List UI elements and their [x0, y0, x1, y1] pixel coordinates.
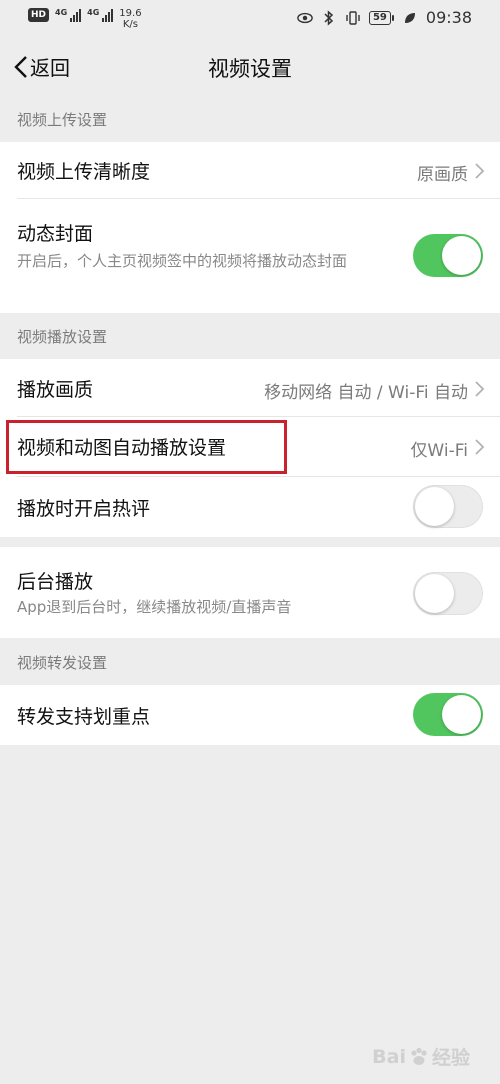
- paw-icon: [411, 1047, 427, 1065]
- hd-badge: HD: [28, 8, 50, 22]
- sim2-signal-icon: 4G: [87, 8, 114, 22]
- leaf-icon: [402, 10, 418, 26]
- dynamic-cover-subtitle: 开启后，个人主页视频签中的视频将播放动态封面: [17, 252, 348, 270]
- status-time: 09:38: [425, 8, 472, 27]
- upload-quality-value: 原画质: [417, 165, 468, 185]
- nav-bar: 返回 视频设置: [0, 38, 500, 96]
- hot-comments-row: 播放时开启热评: [0, 477, 500, 537]
- section-header-forward: 视频转发设置: [17, 654, 108, 672]
- eye-icon: [297, 10, 313, 26]
- status-left: HD 4G 4G 19.6 K/s: [28, 8, 142, 30]
- sim1-signal-icon: 4G: [55, 8, 82, 22]
- battery-icon: 59: [368, 10, 394, 25]
- section-header-playback: 视频播放设置: [17, 328, 108, 346]
- playback-quality-value: 移动网络 自动 / Wi-Fi 自动: [264, 383, 468, 403]
- upload-quality-row[interactable]: 视频上传清晰度 原画质: [0, 142, 500, 199]
- bluetooth-icon: [321, 9, 337, 26]
- chevron-right-icon: [475, 381, 485, 397]
- watermark-brand-right: 经验: [431, 1047, 470, 1069]
- hot-comments-toggle[interactable]: [413, 485, 483, 528]
- background-play-toggle[interactable]: [413, 572, 483, 615]
- dynamic-cover-toggle[interactable]: [413, 234, 483, 277]
- chevron-right-icon: [475, 439, 485, 455]
- playback-quality-row[interactable]: 播放画质 移动网络 自动 / Wi-Fi 自动: [0, 359, 500, 417]
- section-header-upload: 视频上传设置: [17, 111, 108, 129]
- background-play-row: 后台播放 App退到后台时，继续播放视频/直播声音: [0, 547, 500, 638]
- watermark-brand-left: Bai: [372, 1045, 406, 1068]
- forward-highlight-row: 转发支持划重点: [0, 685, 500, 745]
- vibrate-icon: [345, 10, 361, 26]
- autoplay-value: 仅Wi-Fi: [410, 441, 468, 461]
- network-speed: 19.6 K/s: [119, 8, 142, 30]
- dynamic-cover-row: 动态封面 开启后，个人主页视频签中的视频将播放动态封面: [0, 199, 500, 313]
- status-bar: HD 4G 4G 19.6 K/s 59 09:38: [0, 0, 500, 38]
- forward-highlight-toggle[interactable]: [413, 693, 483, 736]
- annotation-highlight-box: [6, 420, 287, 474]
- background-play-subtitle: App退到后台时，继续播放视频/直播声音: [17, 598, 292, 616]
- page-title: 视频设置: [208, 57, 292, 81]
- status-right: 59 09:38: [297, 8, 472, 27]
- chevron-right-icon: [475, 163, 485, 179]
- baidu-watermark: Bai 经验: [372, 1043, 470, 1070]
